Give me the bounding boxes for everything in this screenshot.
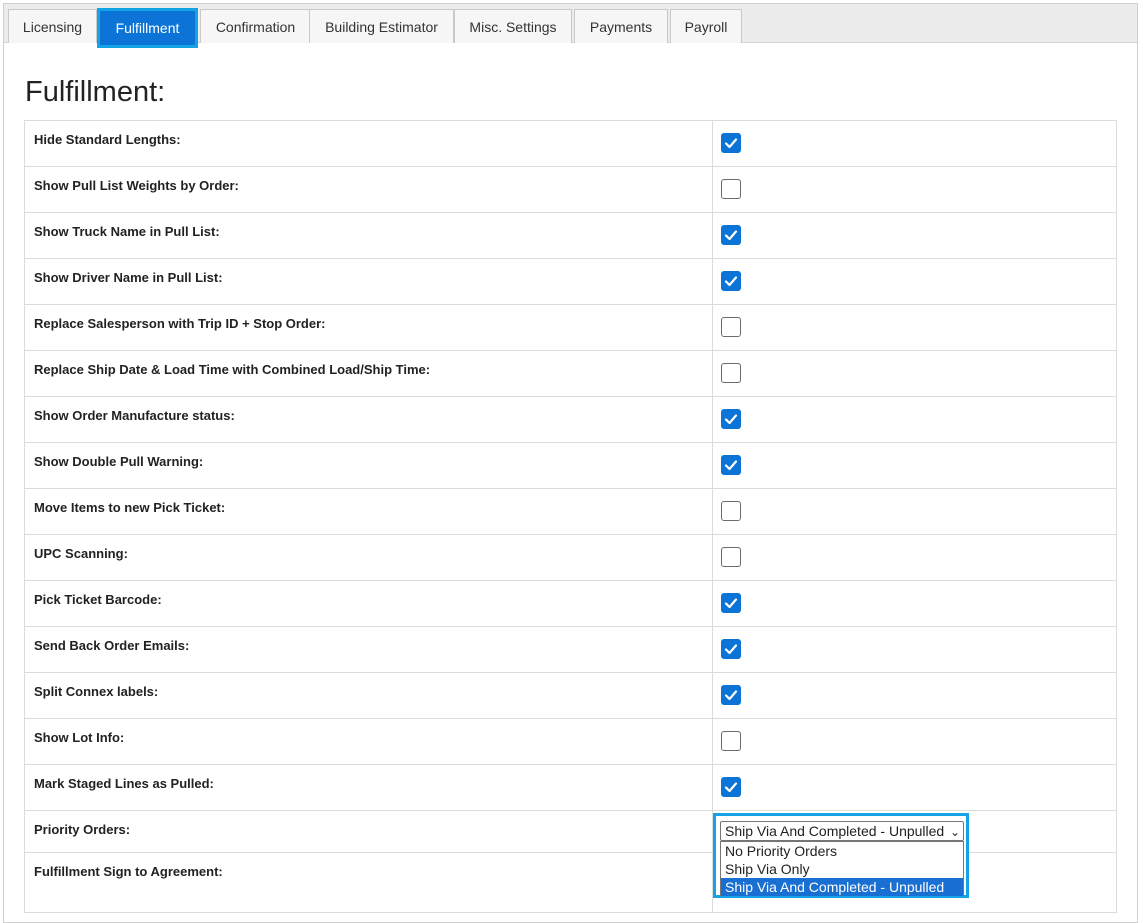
option-ship-via-and-completed-unpulled[interactable]: Ship Via And Completed - Unpulled	[721, 878, 963, 896]
setting-value-cell	[712, 718, 1117, 765]
setting-label: Show Double Pull Warning:	[24, 442, 713, 489]
setting-row: Show Order Manufacture status:	[24, 396, 1117, 443]
setting-row: Replace Salesperson with Trip ID + Stop …	[24, 304, 1117, 351]
priority-orders-options: No Priority Orders Ship Via Only Ship Vi…	[720, 841, 964, 896]
setting-row: UPC Scanning:	[24, 534, 1117, 581]
setting-value-cell	[712, 166, 1117, 213]
setting-checkbox[interactable]	[721, 271, 741, 291]
setting-label: Mark Staged Lines as Pulled:	[24, 764, 713, 811]
setting-value-cell	[712, 212, 1117, 259]
setting-row: Replace Ship Date & Load Time with Combi…	[24, 350, 1117, 397]
setting-checkbox[interactable]	[721, 179, 741, 199]
setting-checkbox[interactable]	[721, 409, 741, 429]
priority-orders-dropdown: Ship Via And Completed - Unpulled ⌄ No P…	[713, 813, 969, 898]
tab-bar: Licensing Fulfillment Confirmation Build…	[4, 4, 1137, 48]
setting-checkbox[interactable]	[721, 593, 741, 613]
setting-value-cell	[712, 764, 1117, 811]
sign-agreement-label: Fulfillment Sign to Agreement:	[24, 852, 713, 913]
tab-fulfillment[interactable]: Fulfillment	[97, 8, 198, 48]
priority-orders-selected-value: Ship Via And Completed - Unpulled	[725, 823, 945, 839]
tab-building-estimator[interactable]: Building Estimator	[309, 9, 454, 43]
setting-label: Show Driver Name in Pull List:	[24, 258, 713, 305]
setting-value-cell	[712, 304, 1117, 351]
setting-label: Move Items to new Pick Ticket:	[24, 488, 713, 535]
setting-label: Replace Ship Date & Load Time with Combi…	[24, 350, 713, 397]
page-title: Fulfillment:	[25, 76, 166, 108]
setting-label: Replace Salesperson with Trip ID + Stop …	[24, 304, 713, 351]
priority-orders-select[interactable]: Ship Via And Completed - Unpulled ⌄	[720, 821, 964, 841]
setting-checkbox[interactable]	[721, 133, 741, 153]
option-no-priority-orders[interactable]: No Priority Orders	[721, 842, 963, 860]
setting-value-cell	[712, 442, 1117, 489]
setting-value-cell	[712, 488, 1117, 535]
setting-row: Show Pull List Weights by Order:	[24, 166, 1117, 213]
settings-table: Hide Standard Lengths: Show Pull List Wei…	[24, 120, 1117, 913]
setting-checkbox[interactable]	[721, 731, 741, 751]
setting-row: Show Double Pull Warning:	[24, 442, 1117, 489]
tab-payments[interactable]: Payments	[574, 9, 668, 43]
setting-checkbox[interactable]	[721, 363, 741, 383]
setting-row: Move Items to new Pick Ticket:	[24, 488, 1117, 535]
setting-row: Send Back Order Emails:	[24, 626, 1117, 673]
priority-orders-label: Priority Orders:	[24, 810, 713, 853]
setting-checkbox[interactable]	[721, 547, 741, 567]
setting-checkbox[interactable]	[721, 501, 741, 521]
setting-label: Show Pull List Weights by Order:	[24, 166, 713, 213]
tab-confirmation[interactable]: Confirmation	[200, 9, 311, 43]
setting-value-cell	[712, 258, 1117, 305]
setting-label: Show Lot Info:	[24, 718, 713, 765]
setting-label: Show Truck Name in Pull List:	[24, 212, 713, 259]
tab-payroll[interactable]: Payroll	[670, 9, 742, 43]
setting-label: Send Back Order Emails:	[24, 626, 713, 673]
setting-row: Mark Staged Lines as Pulled:	[24, 764, 1117, 811]
setting-value-cell	[712, 350, 1117, 397]
tab-licensing[interactable]: Licensing	[8, 9, 97, 43]
setting-row: Show Lot Info:	[24, 718, 1117, 765]
setting-label: Split Connex labels:	[24, 672, 713, 719]
setting-row: Hide Standard Lengths:	[24, 120, 1117, 167]
setting-row: Show Driver Name in Pull List:	[24, 258, 1117, 305]
setting-value-cell	[712, 672, 1117, 719]
setting-row: Pick Ticket Barcode:	[24, 580, 1117, 627]
setting-label: UPC Scanning:	[24, 534, 713, 581]
setting-value-cell	[712, 120, 1117, 167]
setting-value-cell	[712, 626, 1117, 673]
setting-label: Hide Standard Lengths:	[24, 120, 713, 167]
setting-checkbox[interactable]	[721, 777, 741, 797]
option-ship-via-only[interactable]: Ship Via Only	[721, 860, 963, 878]
chevron-down-icon: ⌄	[949, 825, 960, 839]
setting-checkbox[interactable]	[721, 455, 741, 475]
setting-row: Show Truck Name in Pull List:	[24, 212, 1117, 259]
setting-checkbox[interactable]	[721, 225, 741, 245]
setting-label: Pick Ticket Barcode:	[24, 580, 713, 627]
tab-misc-settings[interactable]: Misc. Settings	[454, 9, 572, 43]
setting-value-cell	[712, 580, 1117, 627]
setting-checkbox[interactable]	[721, 639, 741, 659]
setting-checkbox[interactable]	[721, 317, 741, 337]
setting-value-cell	[712, 534, 1117, 581]
setting-label: Show Order Manufacture status:	[24, 396, 713, 443]
setting-row: Split Connex labels:	[24, 672, 1117, 719]
setting-value-cell	[712, 396, 1117, 443]
setting-checkbox[interactable]	[721, 685, 741, 705]
